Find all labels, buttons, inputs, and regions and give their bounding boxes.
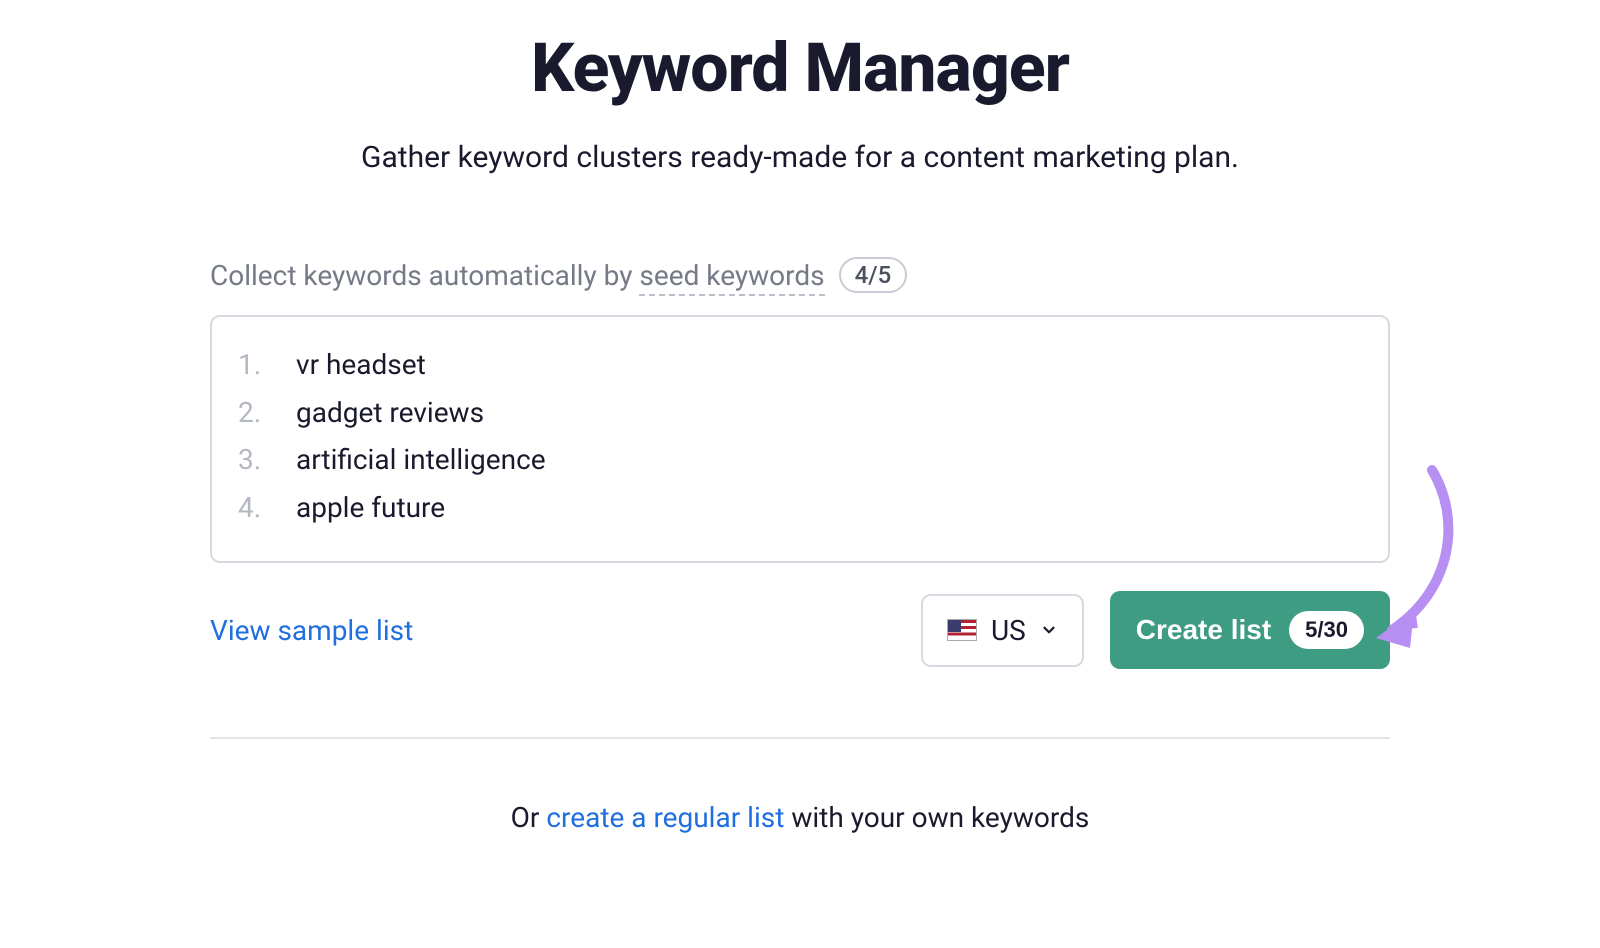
- keyword-number: 1.: [238, 341, 296, 389]
- keyword-number: 3.: [238, 436, 296, 484]
- footer-suffix: with your own keywords: [784, 801, 1089, 834]
- collect-prefix: Collect keywords automatically by: [210, 259, 639, 292]
- keyword-item: 3.artificial intelligence: [238, 436, 1362, 484]
- keyword-text: vr headset: [296, 341, 426, 389]
- country-select[interactable]: US: [921, 594, 1084, 667]
- create-list-button[interactable]: Create list 5/30: [1110, 591, 1390, 669]
- keyword-text: gadget reviews: [296, 389, 484, 437]
- keywords-input-box[interactable]: 1.vr headset2.gadget reviews3.artificial…: [210, 315, 1390, 563]
- footer-prefix: Or: [511, 801, 547, 834]
- divider: [210, 737, 1390, 739]
- keyword-item: 2.gadget reviews: [238, 389, 1362, 437]
- keyword-item: 1.vr headset: [238, 341, 1362, 389]
- us-flag-icon: [947, 619, 977, 641]
- actions-row: View sample list US Create list 5/30: [210, 591, 1390, 669]
- footer-text: Or create a regular list with your own k…: [210, 801, 1390, 834]
- view-sample-link[interactable]: View sample list: [210, 614, 413, 647]
- chevron-down-icon: [1040, 621, 1058, 639]
- keyword-number: 2.: [238, 389, 296, 437]
- keyword-list: 1.vr headset2.gadget reviews3.artificial…: [238, 341, 1362, 531]
- seed-count-pill: 4/5: [839, 257, 908, 293]
- collect-label-row: Collect keywords automatically by seed k…: [210, 257, 1390, 293]
- seed-keywords-link[interactable]: seed keywords: [639, 259, 824, 296]
- keyword-number: 4.: [238, 484, 296, 532]
- create-list-badge: 5/30: [1289, 611, 1364, 649]
- keyword-item: 4.apple future: [238, 484, 1362, 532]
- create-list-label: Create list: [1136, 614, 1271, 646]
- page-subtitle: Gather keyword clusters ready-made for a…: [210, 140, 1390, 175]
- keyword-text: artificial intelligence: [296, 436, 546, 484]
- keyword-text: apple future: [296, 484, 445, 532]
- country-code-label: US: [991, 614, 1026, 647]
- page-title: Keyword Manager: [210, 28, 1390, 108]
- create-regular-list-link[interactable]: create a regular list: [546, 801, 784, 834]
